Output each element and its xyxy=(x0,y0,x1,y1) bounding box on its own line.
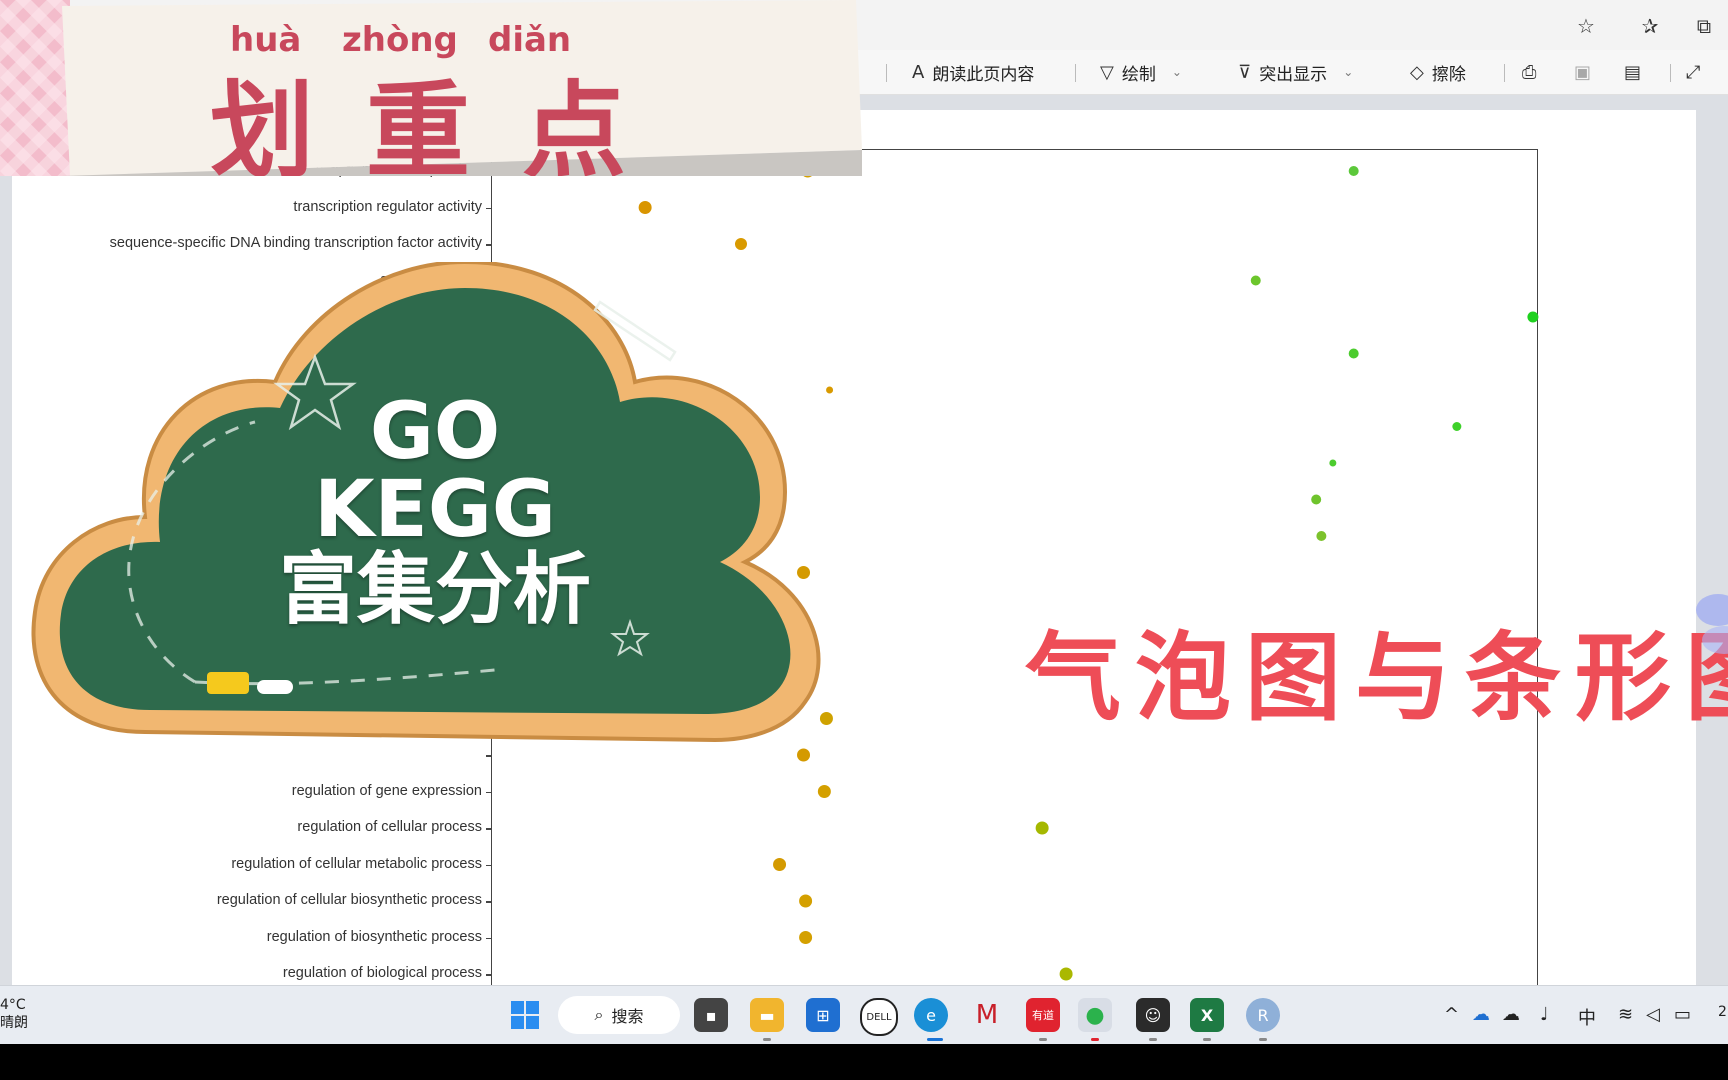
volume-icon[interactable]: ◁ xyxy=(1646,1004,1660,1025)
bubble-point xyxy=(1316,531,1327,541)
bubble-point xyxy=(817,785,831,798)
cloud-icon[interactable]: ☁ xyxy=(1502,1004,1520,1025)
file-explorer-icon[interactable]: ▬ xyxy=(750,998,784,1032)
cloud-line-go: GO xyxy=(369,387,501,477)
bubble-point xyxy=(1348,348,1359,359)
bubble-point xyxy=(638,201,652,214)
store-icon[interactable]: ⊞ xyxy=(806,998,840,1032)
weather-widget[interactable]: 4°C 晴朗 xyxy=(0,996,28,1032)
screen: ☆ ✰ ⧉ A 朗读此页内容 ▽ 绘制 ⌄ ⊽ 突出显示 ⌄ ◇ 擦除 ⎙ ▣ … xyxy=(0,0,1728,1044)
bubble-point xyxy=(799,931,813,944)
start-button[interactable] xyxy=(508,998,542,1032)
cloud-line-kegg: KEGG xyxy=(314,465,556,555)
bubble-point xyxy=(1311,494,1322,505)
mcafee-icon[interactable]: M xyxy=(970,998,1004,1032)
bubble-and-bar-chart-title: 气泡图与条形图 xyxy=(1025,622,1728,734)
running-indicator xyxy=(1091,1038,1099,1041)
wechat-icon[interactable]: ● xyxy=(1078,998,1112,1032)
running-indicator xyxy=(1149,1038,1157,1041)
bubble-point xyxy=(1452,422,1462,431)
active-indicator xyxy=(927,1038,943,1041)
bubble-point xyxy=(1348,166,1359,176)
cloud-line-enrichment: 富集分析 xyxy=(278,545,591,635)
task-view-icon[interactable]: ▪ xyxy=(694,998,728,1032)
bubble-point xyxy=(1250,275,1261,286)
taskbar: 4°C 晴朗 ⌕ 搜索 ▪ ▬ ⊞ DELL e M 有道 ● ☺ X R ^ … xyxy=(0,985,1728,1044)
search-label: 搜索 xyxy=(611,1007,644,1026)
excel-icon[interactable]: X xyxy=(1190,998,1224,1032)
youdao-icon[interactable]: 有道 xyxy=(1026,998,1060,1032)
bubble-point xyxy=(734,238,747,250)
r-icon[interactable]: R xyxy=(1246,998,1280,1032)
chevron-up-icon[interactable]: ^ xyxy=(1444,1004,1459,1025)
emphasis-title: 划重点 xyxy=(210,69,679,176)
weather-condition: 晴朗 xyxy=(0,1015,28,1031)
clock[interactable]: 2 xyxy=(1718,1004,1727,1020)
bubble-point xyxy=(773,858,787,871)
running-indicator xyxy=(763,1038,771,1041)
search-icon: ⌕ xyxy=(594,1005,604,1024)
running-indicator xyxy=(1039,1038,1047,1041)
dell-icon[interactable]: DELL xyxy=(860,998,898,1036)
ime-indicator[interactable]: 中 xyxy=(1578,1004,1596,1030)
microphone-icon[interactable]: ♩ xyxy=(1540,1004,1549,1025)
running-indicator xyxy=(1203,1038,1211,1041)
temperature: 4°C xyxy=(0,997,26,1013)
chalkboard-cloud: GO KEGG 富集分析 xyxy=(25,262,845,772)
bubble-point xyxy=(799,894,813,908)
bubble-point xyxy=(1035,821,1049,835)
battery-icon[interactable]: ▭ xyxy=(1674,1004,1691,1025)
taskbar-search[interactable]: ⌕ 搜索 xyxy=(558,996,680,1034)
windows-logo-icon xyxy=(511,1001,539,1029)
bubble-point xyxy=(1527,311,1539,323)
emphasis-banner: huà zhòng diǎn 划重点 xyxy=(0,0,862,176)
bubble-point xyxy=(1059,967,1073,981)
running-indicator xyxy=(1259,1038,1267,1041)
bot-app-icon[interactable]: ☺ xyxy=(1136,998,1170,1032)
screen-bezel xyxy=(0,1044,1728,1080)
bubble-point xyxy=(1329,459,1337,467)
edge-icon[interactable]: e xyxy=(914,998,948,1032)
onedrive-icon[interactable]: ☁ xyxy=(1472,1004,1490,1025)
wifi-icon[interactable]: ≋ xyxy=(1618,1004,1633,1025)
flower-decoration xyxy=(1696,594,1728,654)
